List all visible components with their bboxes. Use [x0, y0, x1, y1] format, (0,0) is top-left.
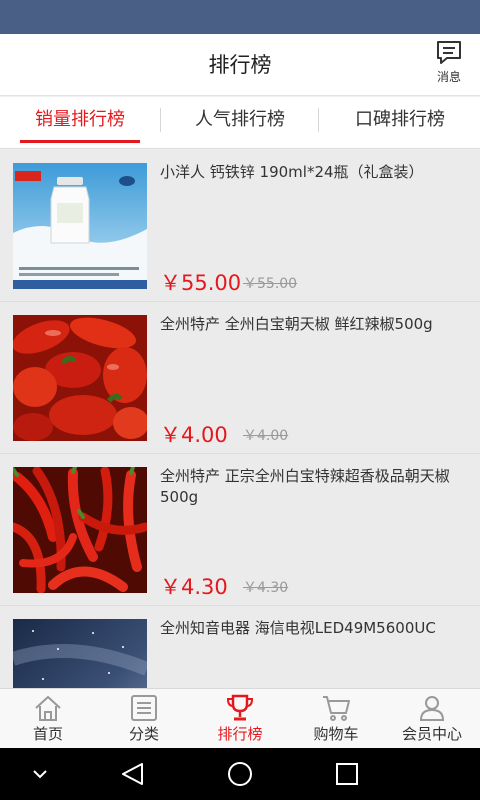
- product-image-chili-peppers: [13, 467, 147, 593]
- product-item[interactable]: 全州特产 正宗全州白宝特辣超香极品朝天椒500g ￥4.30 ￥4.30: [0, 454, 480, 606]
- message-label: 消息: [436, 70, 461, 84]
- product-price: ￥55.00: [160, 271, 242, 295]
- product-item[interactable]: 小洋人 钙铁锌 190ml*24瓶（礼盒装） ￥55.00 ￥55.00: [0, 150, 480, 302]
- product-original-price: ￥4.00: [243, 428, 289, 444]
- product-title: 全州知音电器 海信电视LED49M5600UC: [160, 619, 436, 637]
- message-button[interactable]: 消息: [426, 40, 472, 90]
- back-icon[interactable]: [120, 762, 146, 786]
- product-title: 全州特产 正宗全州白宝特辣超香极品朝天椒500g: [160, 467, 450, 506]
- nav-label: 排行榜: [217, 725, 263, 743]
- product-original-price: ￥4.30: [243, 580, 289, 596]
- status-bar: [0, 0, 480, 34]
- product-price: ￥4.00: [160, 423, 228, 447]
- product-title: 全州特产 全州白宝朝天椒 鲜红辣椒500g: [160, 315, 433, 333]
- trophy-icon: [226, 694, 254, 721]
- product-original-price: ￥55.00: [243, 276, 298, 292]
- tab-reputation-ranking[interactable]: 口碑排行榜: [320, 97, 480, 149]
- bottom-nav: 首页 分类 排行榜 购物车 会员中心: [0, 688, 480, 748]
- nav-member-center[interactable]: 会员中心: [384, 689, 480, 749]
- system-navigation-bar: [0, 748, 480, 800]
- page-title: 排行榜: [208, 53, 272, 77]
- tab-sales-ranking[interactable]: 销量排行榜: [0, 97, 160, 149]
- recent-apps-icon[interactable]: [335, 762, 359, 786]
- nav-label: 首页: [32, 725, 63, 743]
- home-circle-icon[interactable]: [227, 761, 253, 787]
- product-image-milk: [13, 163, 147, 289]
- app-header: 排行榜 消息: [0, 34, 480, 96]
- home-icon: [35, 695, 61, 721]
- nav-home[interactable]: 首页: [0, 689, 96, 749]
- ranking-tabs: 销量排行榜 人气排行榜 口碑排行榜: [0, 97, 480, 149]
- nav-category[interactable]: 分类: [96, 689, 192, 749]
- product-image-starry-sky: [13, 619, 147, 688]
- nav-cart[interactable]: 购物车: [288, 689, 384, 749]
- product-image-red-peppers: [13, 315, 147, 441]
- product-price: ￥4.30: [160, 575, 228, 599]
- nav-ranking[interactable]: 排行榜: [192, 689, 288, 749]
- nav-label: 购物车: [313, 725, 359, 743]
- cart-icon: [323, 696, 350, 721]
- product-item[interactable]: 全州特产 全州白宝朝天椒 鲜红辣椒500g ￥4.00 ￥4.00: [0, 302, 480, 454]
- nav-label: 分类: [128, 725, 159, 743]
- chevron-down-icon[interactable]: [32, 768, 48, 780]
- list-icon: [131, 695, 157, 721]
- message-icon: [437, 41, 461, 64]
- product-item[interactable]: 全州知音电器 海信电视LED49M5600UC: [0, 606, 480, 688]
- tab-divider: [318, 108, 319, 132]
- nav-label: 会员中心: [401, 725, 462, 743]
- user-icon: [419, 696, 445, 721]
- product-list[interactable]: 小洋人 钙铁锌 190ml*24瓶（礼盒装） ￥55.00 ￥55.00 全州特: [0, 150, 480, 688]
- tab-popularity-ranking[interactable]: 人气排行榜: [160, 97, 320, 149]
- product-title: 小洋人 钙铁锌 190ml*24瓶（礼盒装）: [160, 163, 424, 181]
